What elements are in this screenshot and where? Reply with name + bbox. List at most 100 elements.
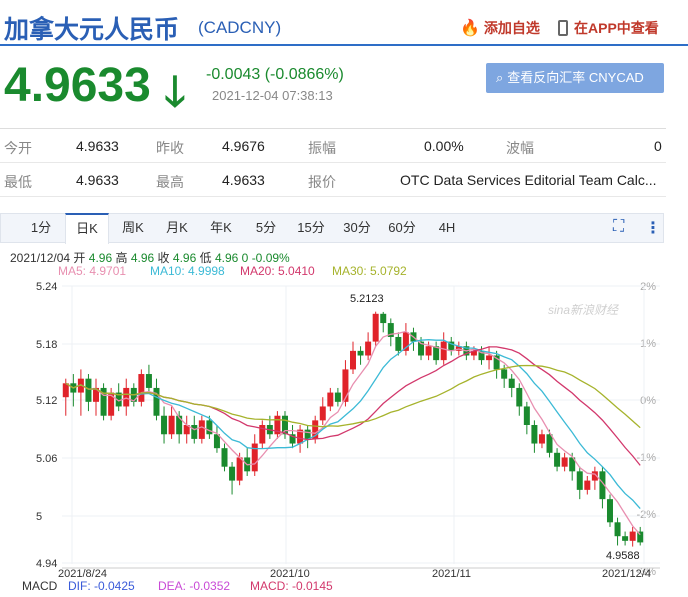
candle-body bbox=[614, 522, 621, 537]
close-label: 收 bbox=[157, 251, 170, 265]
stats-row: 最低 4.9633 最高 4.9633 报价 OTC Data Services… bbox=[0, 163, 666, 197]
candle-body bbox=[584, 480, 591, 490]
candle-body bbox=[304, 429, 311, 439]
header: 加拿大元人民币 (CADCNY) 🔥 添加自选 在APP中查看 bbox=[0, 0, 688, 46]
open-in-app-label: 在APP中查看 bbox=[574, 20, 659, 36]
tab-daily-k[interactable]: 日K bbox=[65, 213, 109, 244]
candle-body bbox=[221, 448, 228, 467]
volume-value: 0 bbox=[241, 251, 249, 265]
stats-row: 今开 4.9633 昨收 4.9676 振幅 0.00% 波幅 0 bbox=[0, 129, 666, 163]
down-arrow-icon: 🡓 bbox=[164, 68, 186, 115]
candle-body bbox=[425, 346, 432, 356]
candle-body bbox=[327, 392, 334, 407]
period-tabs: 1分 日K 周K 月K 年K 5分 15分 30分 60分 4H ⛶ ⋮ bbox=[0, 213, 664, 244]
stat-value: 4.9676 bbox=[222, 138, 265, 154]
candle-body bbox=[380, 313, 387, 324]
page-title: 加拿大元人民币 bbox=[4, 16, 180, 44]
candle-body bbox=[153, 387, 160, 416]
x-tick-label: 2021/8/24 bbox=[58, 568, 107, 578]
high-label: 高 bbox=[115, 251, 128, 265]
candle-body bbox=[561, 457, 568, 467]
candle-body bbox=[334, 392, 341, 402]
low-value: 4.96 bbox=[214, 251, 239, 265]
flame-icon: 🔥 bbox=[460, 20, 480, 37]
stat-label: 最低 bbox=[4, 174, 32, 190]
y-tick-label: 5.06 bbox=[36, 453, 57, 465]
macd-value: MACD: -0.0145 bbox=[250, 579, 333, 593]
open-value: 4.96 bbox=[88, 251, 113, 265]
high-annotation: 5.2123 bbox=[350, 293, 384, 305]
stat-value: 4.9633 bbox=[76, 172, 119, 188]
candle-body bbox=[319, 406, 326, 421]
quote-time: 2021-12-04 07:38:13 bbox=[212, 88, 333, 103]
reverse-rate-label: 查看反向汇率 CNYCAD bbox=[507, 70, 644, 85]
tab-4h[interactable]: 4H bbox=[429, 214, 465, 244]
fullscreen-icon[interactable]: ⛶ bbox=[613, 218, 624, 236]
open-label: 开 bbox=[73, 251, 86, 265]
candle-body bbox=[440, 341, 447, 361]
low-label: 低 bbox=[199, 251, 212, 265]
candle-body bbox=[198, 420, 205, 439]
candle-body bbox=[508, 378, 515, 388]
tab-60min[interactable]: 60分 bbox=[381, 214, 423, 244]
stats-table: 今开 4.9633 昨收 4.9676 振幅 0.00% 波幅 0 最低 4.9… bbox=[0, 128, 666, 197]
tab-weekly-k[interactable]: 周K bbox=[113, 214, 153, 244]
high-value: 4.96 bbox=[130, 251, 155, 265]
candle-body bbox=[554, 452, 561, 467]
open-in-app-button[interactable]: 在APP中查看 bbox=[558, 18, 659, 38]
candle-body bbox=[538, 434, 545, 444]
ma10-legend: MA10: 4.9998 bbox=[150, 264, 225, 278]
candle-body bbox=[486, 355, 493, 361]
tab-yearly-k[interactable]: 年K bbox=[201, 214, 241, 244]
current-price: 4.9633 bbox=[4, 59, 151, 112]
macd-dif: DIF: -0.0425 bbox=[68, 579, 135, 593]
tab-monthly-k[interactable]: 月K bbox=[157, 214, 197, 244]
candle-body bbox=[168, 415, 175, 435]
y-tick-label: 5.24 bbox=[36, 281, 57, 293]
pct-tick-label: 0% bbox=[640, 395, 656, 407]
pct-tick-label: 1% bbox=[640, 338, 656, 350]
tab-1min[interactable]: 1分 bbox=[23, 214, 59, 244]
reverse-rate-button[interactable]: ⌕ 查看反向汇率 CNYCAD bbox=[486, 63, 664, 93]
add-favorite-label: 添加自选 bbox=[483, 20, 540, 36]
stat-value: 4.9633 bbox=[222, 172, 265, 188]
candle-body bbox=[501, 369, 508, 379]
stat-value: 0 bbox=[654, 138, 662, 154]
close-value: 4.96 bbox=[172, 251, 197, 265]
price-change: -0.0043 (-0.0866%) bbox=[206, 66, 344, 83]
candle-body bbox=[395, 336, 402, 351]
search-icon: ⌕ bbox=[496, 70, 504, 85]
tab-15min[interactable]: 15分 bbox=[291, 214, 331, 244]
candle-body bbox=[236, 457, 243, 481]
more-menu-icon[interactable]: ⋮ bbox=[645, 218, 661, 238]
candle-body bbox=[516, 387, 523, 407]
stat-label: 报价 bbox=[308, 174, 336, 190]
add-favorite-button[interactable]: 🔥 添加自选 bbox=[460, 18, 540, 38]
candlestick-chart[interactable]: 5.245.185.125.0654.942%1%0%-1%-2%-3%5.21… bbox=[0, 278, 688, 578]
candle-body bbox=[546, 434, 553, 453]
currency-code: (CADCNY) bbox=[198, 18, 282, 37]
stat-label: 波幅 bbox=[506, 140, 534, 156]
pct-tick-label: -2% bbox=[636, 509, 656, 521]
candle-body bbox=[85, 378, 92, 402]
phone-icon bbox=[558, 20, 568, 36]
watermark: sina新浪财经 bbox=[548, 303, 620, 317]
x-tick-label: 2021/11 bbox=[432, 568, 471, 578]
ma30-line bbox=[65, 364, 641, 429]
macd-dea: DEA: -0.0352 bbox=[158, 579, 231, 593]
candle-body bbox=[372, 313, 379, 342]
ma30-legend: MA30: 5.0792 bbox=[332, 264, 407, 278]
stat-label: 最高 bbox=[156, 174, 184, 190]
candle-body bbox=[350, 350, 356, 370]
y-tick-label: 5 bbox=[36, 511, 42, 523]
stat-label: 昨收 bbox=[156, 140, 184, 156]
candle-body bbox=[229, 466, 236, 481]
candle-body bbox=[357, 350, 364, 356]
x-tick-label: 2021/12/4 bbox=[602, 568, 651, 578]
tab-5min[interactable]: 5分 bbox=[247, 214, 285, 244]
candle-body bbox=[161, 415, 168, 435]
tab-30min[interactable]: 30分 bbox=[337, 214, 377, 244]
candle-body bbox=[523, 406, 530, 425]
pct-tick-label: -1% bbox=[636, 452, 656, 464]
pct-tick-label: 2% bbox=[640, 281, 656, 293]
